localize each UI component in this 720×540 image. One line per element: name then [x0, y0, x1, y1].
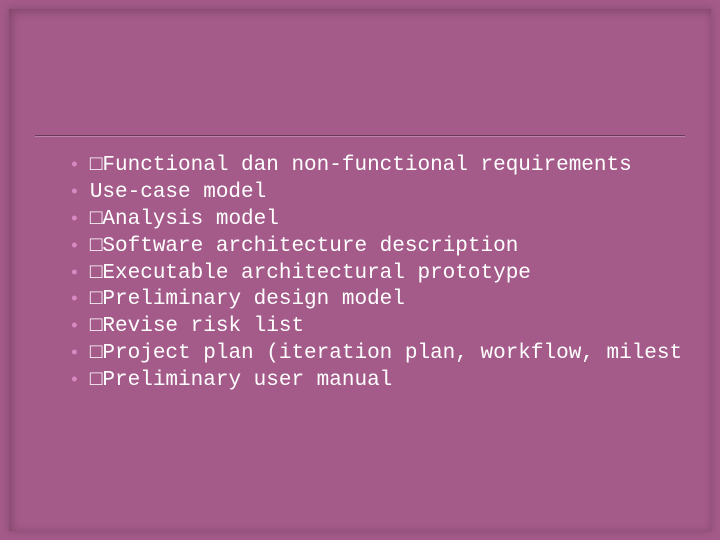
list-item-text: Executable architectural prototype — [102, 261, 530, 288]
bullet-dot-icon: • — [69, 316, 80, 339]
box-marker-icon: □ — [90, 341, 103, 368]
bullet-dot-icon: • — [69, 343, 80, 366]
list-item: • Use-case model — [69, 180, 711, 207]
slide: • □ Functional dan non-functional requir… — [0, 0, 720, 540]
box-marker-icon: □ — [90, 261, 103, 288]
list-item-text: Preliminary user manual — [102, 368, 392, 395]
list-item: • □ Revise risk list — [69, 314, 711, 341]
bullet-dot-icon: • — [69, 263, 80, 286]
list-item: • □ Functional dan non-functional requir… — [69, 153, 711, 180]
bullet-dot-icon: • — [69, 370, 80, 393]
list-item-text: Preliminary design model — [102, 287, 404, 314]
list-item: • □ Executable architectural prototype — [69, 261, 711, 288]
list-item: • □ Analysis model — [69, 207, 711, 234]
bullet-list: • □ Functional dan non-functional requir… — [69, 153, 711, 395]
box-marker-icon: □ — [90, 234, 103, 261]
box-marker-icon: □ — [90, 207, 103, 234]
list-item-text: Project plan (iteration plan, workflow, … — [102, 341, 682, 368]
slide-frame: • □ Functional dan non-functional requir… — [8, 8, 712, 532]
bullet-dot-icon: • — [69, 155, 80, 178]
list-item: • □ Project plan (iteration plan, workfl… — [69, 341, 711, 368]
title-divider — [35, 135, 685, 137]
list-item-text: Use-case model — [90, 180, 266, 207]
box-marker-icon: □ — [90, 314, 103, 341]
list-item-text: Software architecture description — [102, 234, 518, 261]
bullet-dot-icon: • — [69, 289, 80, 312]
bullet-dot-icon: • — [69, 209, 80, 232]
list-item: • □ Preliminary design model — [69, 287, 711, 314]
list-item: • □ Software architecture description — [69, 234, 711, 261]
list-item-text: Analysis model — [102, 207, 278, 234]
list-item-text: Revise risk list — [102, 314, 304, 341]
bullet-dot-icon: • — [69, 236, 80, 259]
bullet-dot-icon: • — [69, 182, 80, 205]
list-item-text: Functional dan non-functional requiremen… — [102, 153, 631, 180]
list-item: • □ Preliminary user manual — [69, 368, 711, 395]
box-marker-icon: □ — [90, 368, 103, 395]
box-marker-icon: □ — [90, 287, 103, 314]
box-marker-icon: □ — [90, 153, 103, 180]
